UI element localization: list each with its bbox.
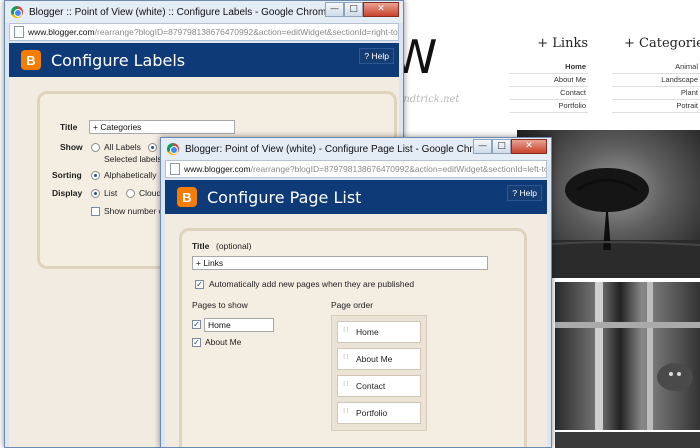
blog-link-item[interactable]: Contact (510, 87, 588, 100)
pages-to-show-label: Pages to show (192, 300, 248, 310)
blogger-logo-icon: B (177, 187, 197, 207)
blog-categories-widget: + Categories Animal Landscape Plant Potr… (612, 36, 700, 113)
labels-window-controls: — □ ✕ (325, 2, 399, 17)
blog-category-item[interactable]: Animal (612, 61, 700, 74)
show-number-text: Show number o (104, 206, 164, 216)
categories-heading: + Categories (624, 36, 700, 51)
url-path: /rearrange?blogID=879798138676470992&act… (94, 27, 399, 37)
maximize-button[interactable]: □ (492, 139, 511, 154)
order-item-label: About Me (356, 354, 393, 364)
title-input[interactable]: + Links (192, 256, 488, 270)
blog-link-item[interactable]: About Me (510, 74, 588, 87)
pagelist-form-panel: Title (optional) + Links ✓ Automatically… (179, 228, 527, 447)
pagelist-header-title: Configure Page List (207, 187, 362, 207)
drag-handle-icon[interactable]: ⁞⁞ (343, 381, 349, 388)
chrome-icon (167, 143, 179, 155)
maximize-button[interactable]: □ (344, 2, 363, 17)
page-checkbox-home[interactable]: ✓ (192, 320, 201, 329)
order-item-label: Contact (356, 381, 386, 391)
display-list-text: List (104, 188, 118, 198)
display-label: Display (52, 188, 83, 198)
order-item-label: Home (356, 327, 379, 337)
close-button[interactable]: ✕ (511, 139, 547, 154)
blog-category-item[interactable]: Potrait (612, 100, 700, 113)
title-label: Title (192, 241, 210, 251)
pagelist-url-bar[interactable]: www.blogger.com/rearrange?blogID=8797981… (165, 160, 547, 178)
title-label: Title (60, 122, 78, 132)
show-number-checkbox[interactable] (91, 207, 100, 216)
title-input[interactable]: + Categories (89, 120, 235, 134)
blog-links-widget: + Links Home About Me Contact Portfolio (510, 36, 588, 113)
page-order-label: Page order (331, 300, 374, 310)
labels-window-title: Blogger :: Point of View (white) :: Conf… (29, 6, 332, 18)
pagelist-content: B Configure Page List ? Help Title (opti… (165, 180, 547, 447)
order-item-about[interactable]: ⁞⁞ About Me (337, 348, 421, 370)
blog-category-item[interactable]: Plant (612, 87, 700, 100)
url-host: www.blogger.com (184, 164, 251, 174)
close-button[interactable]: ✕ (363, 2, 399, 17)
sorting-label: Sorting (52, 170, 82, 180)
labels-header-title: Configure Labels (51, 50, 186, 70)
blog-link-item[interactable]: Home (510, 61, 588, 74)
display-cloud-text: Cloud (139, 188, 162, 198)
chrome-icon (11, 6, 23, 18)
page-icon (14, 26, 24, 38)
selected-labels-radio[interactable] (148, 143, 157, 152)
all-labels-text: All Labels (104, 142, 141, 152)
order-item-home[interactable]: ⁞⁞ Home (337, 321, 421, 343)
blog-category-item[interactable]: Landscape (612, 74, 700, 87)
display-cloud-radio[interactable] (126, 189, 135, 198)
minimize-button[interactable]: — (325, 2, 344, 17)
show-label: Show (60, 142, 83, 152)
screen: W + Links Home About Me Contact Portfoli… (0, 0, 700, 448)
alphabetically-text: Alphabetically (104, 170, 157, 180)
labels-url-bar[interactable]: www.blogger.com/rearrange?blogID=8797981… (9, 23, 399, 41)
alphabetically-radio[interactable] (91, 171, 100, 180)
help-button[interactable]: ? Help (359, 48, 394, 64)
minimize-button[interactable]: — (473, 139, 492, 154)
links-heading: + Links (537, 36, 588, 51)
labels-header: B Configure Labels ? Help (9, 43, 399, 77)
blogger-logo-icon: B (21, 50, 41, 70)
help-button[interactable]: ? Help (507, 185, 542, 201)
photo-window-cat[interactable] (555, 282, 700, 430)
pagelist-window: Blogger: Point of View (white) - Configu… (160, 137, 552, 448)
page-name-home[interactable]: Home (204, 318, 274, 332)
auto-add-checkbox[interactable]: ✓ (195, 280, 204, 289)
title-optional-text: (optional) (216, 241, 252, 251)
page-order-list: ⁞⁞ Home ⁞⁞ About Me ⁞⁞ Contact ⁞⁞ Portfo… (331, 315, 427, 431)
url-path: /rearrange?blogID=879798138676470992&act… (250, 164, 547, 174)
window-cat-image (555, 282, 700, 430)
all-labels-radio[interactable] (91, 143, 100, 152)
order-item-label: Portfolio (356, 408, 388, 418)
selected-labels-text: Selected labels (104, 154, 162, 164)
blog-link-item[interactable]: Portfolio (510, 100, 588, 113)
pagelist-header: B Configure Page List ? Help (165, 180, 547, 214)
drag-handle-icon[interactable]: ⁞⁞ (343, 354, 349, 361)
url-host: www.blogger.com (28, 27, 95, 37)
display-list-radio[interactable] (91, 189, 100, 198)
order-item-contact[interactable]: ⁞⁞ Contact (337, 375, 421, 397)
photo-bottom[interactable] (555, 432, 700, 448)
drag-handle-icon[interactable]: ⁞⁞ (343, 327, 349, 334)
order-item-portfolio[interactable]: ⁞⁞ Portfolio (337, 402, 421, 424)
pagelist-window-title: Blogger: Point of View (white) - Configu… (185, 143, 493, 155)
auto-add-label: Automatically add new pages when they ar… (209, 279, 415, 289)
pagelist-window-controls: — □ ✕ (473, 139, 547, 154)
page-checkbox-about[interactable]: ✓ (192, 338, 201, 347)
page-name-about: About Me (205, 337, 242, 347)
page-icon (170, 163, 180, 175)
drag-handle-icon[interactable]: ⁞⁞ (343, 408, 349, 415)
